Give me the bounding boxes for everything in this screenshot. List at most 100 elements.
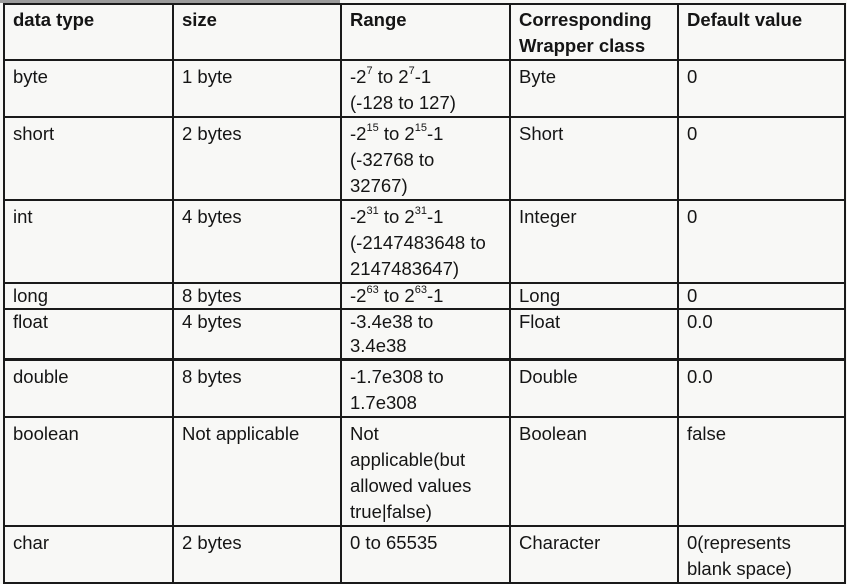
cell-text: long: [13, 285, 48, 306]
range-neg-base: -2: [350, 66, 367, 87]
range-neg-exponent: 31: [366, 204, 379, 217]
range-tail: -1: [426, 206, 444, 227]
cell-text: Long: [519, 285, 561, 306]
range-neg-base: -2: [350, 206, 367, 227]
table-row: short 2 bytes -215 to 215-1 (-32768 to 3…: [3, 116, 846, 201]
range-decimal: -3.4e38 to 3.4e38: [350, 311, 434, 356]
range-pos-exponent: 63: [414, 283, 427, 296]
cell-text: 4 bytes: [182, 206, 242, 227]
cell-default-value: 0: [677, 59, 846, 118]
cell-wrapper-class: Float: [509, 308, 679, 361]
cell-text: Float: [519, 311, 561, 332]
cell-range: -27 to 27-1 (-128 to 127): [340, 59, 511, 118]
cell-default-value: 0: [677, 116, 846, 201]
cell-range: -215 to 215-1 (-32768 to 32767): [340, 116, 511, 201]
range-pos-exponent: 31: [414, 204, 427, 217]
cell-default-value: false: [677, 416, 846, 527]
header-data-type: data type: [3, 3, 174, 61]
cell-size: 2 bytes: [172, 116, 342, 201]
range-pos-base: 2: [398, 66, 409, 87]
cell-range: -231 to 231-1 (-2147483648 to 2147483647…: [340, 199, 511, 284]
header-label: Corresponding Wrapper class: [519, 9, 652, 56]
table-row: char 2 bytes 0 to 65535 Character 0(repr…: [3, 525, 846, 584]
range-pos-exponent: 15: [414, 121, 427, 134]
header-wrapper-class: Corresponding Wrapper class: [509, 3, 679, 61]
cell-text: 8 bytes: [182, 366, 242, 387]
cell-text: 0.0: [687, 311, 713, 332]
cell-data-type: long: [3, 282, 174, 310]
cell-text: float: [13, 311, 48, 332]
range-decimal: (-2147483648 to 2147483647): [350, 232, 486, 279]
cell-size: 8 bytes: [172, 282, 342, 310]
range-tail: -1: [426, 123, 444, 144]
cell-text: Character: [519, 532, 601, 553]
cell-size: 4 bytes: [172, 199, 342, 284]
cell-size: Not applicable: [172, 416, 342, 527]
range-decimal: 0 to 65535: [350, 532, 438, 553]
cell-size: 1 byte: [172, 59, 342, 118]
java-data-types-table: data type size Range Corresponding Wrapp…: [3, 3, 846, 584]
cell-text: Boolean: [519, 423, 587, 444]
table-header-row: data type size Range Corresponding Wrapp…: [3, 3, 846, 61]
header-label: size: [182, 9, 217, 30]
range-neg-exponent: 63: [366, 283, 379, 296]
header-label: Default value: [687, 9, 803, 30]
table-row: float 4 bytes -3.4e38 to 3.4e38 Float 0.…: [3, 308, 846, 361]
cell-data-type: float: [3, 308, 174, 361]
table-row: double 8 bytes -1.7e308 to 1.7e308 Doubl…: [3, 358, 846, 418]
cell-default-value: 0.0: [677, 308, 846, 361]
cell-wrapper-class: Character: [509, 525, 679, 584]
range-neg-base: -2: [350, 285, 367, 306]
table-row: boolean Not applicable Not applicable(bu…: [3, 416, 846, 527]
range-pos-base: 2: [404, 206, 415, 227]
cell-wrapper-class: Byte: [509, 59, 679, 118]
range-decimal: -1.7e308 to 1.7e308: [350, 366, 444, 413]
range-pos-exponent: 7: [408, 64, 415, 77]
cell-range: -263 to 263-1: [340, 282, 511, 310]
range-tail: -1: [426, 285, 444, 306]
cell-text: Integer: [519, 206, 577, 227]
cell-text: false: [687, 423, 727, 444]
cell-size: 8 bytes: [172, 358, 342, 418]
range-expression: -27 to 27-1: [350, 64, 501, 90]
range-decimal: (-32768 to 32767): [350, 149, 435, 196]
cell-text: Double: [519, 366, 578, 387]
cell-text: double: [13, 366, 69, 387]
cell-data-type: double: [3, 358, 174, 418]
cell-wrapper-class: Integer: [509, 199, 679, 284]
cell-data-type: boolean: [3, 416, 174, 527]
cell-wrapper-class: Long: [509, 282, 679, 310]
range-to: to: [378, 206, 405, 227]
cell-range: Not applicable(but allowed values true|f…: [340, 416, 511, 527]
cell-size: 2 bytes: [172, 525, 342, 584]
cell-default-value: 0(represents blank space): [677, 525, 846, 584]
cell-text: 0: [687, 123, 698, 144]
cell-default-value: 0: [677, 282, 846, 310]
cell-text: boolean: [13, 423, 79, 444]
cell-wrapper-class: Boolean: [509, 416, 679, 527]
cell-data-type: int: [3, 199, 174, 284]
cell-text: 0: [687, 66, 698, 87]
table-row: long 8 bytes -263 to 263-1 Long 0: [3, 282, 846, 310]
cell-default-value: 0.0: [677, 358, 846, 418]
cell-text: Byte: [519, 66, 557, 87]
cell-text: 8 bytes: [182, 285, 242, 306]
range-decimal: (-128 to 127): [350, 92, 456, 113]
cell-wrapper-class: Double: [509, 358, 679, 418]
cell-default-value: 0: [677, 199, 846, 284]
cell-text: 2 bytes: [182, 532, 242, 553]
range-expression: -215 to 215-1: [350, 121, 501, 147]
range-to: to: [378, 285, 405, 306]
range-neg-exponent: 15: [366, 121, 379, 134]
cell-text: 0: [687, 285, 698, 306]
cell-text: 4 bytes: [182, 311, 242, 332]
cell-text: short: [13, 123, 55, 144]
range-tail: -1: [414, 66, 432, 87]
cell-text: 0(represents blank space): [687, 532, 792, 579]
cell-text: 0: [687, 206, 698, 227]
range-neg-exponent: 7: [366, 64, 373, 77]
header-range: Range: [340, 3, 511, 61]
cell-wrapper-class: Short: [509, 116, 679, 201]
range-pos-base: 2: [404, 285, 415, 306]
cell-text: Short: [519, 123, 564, 144]
